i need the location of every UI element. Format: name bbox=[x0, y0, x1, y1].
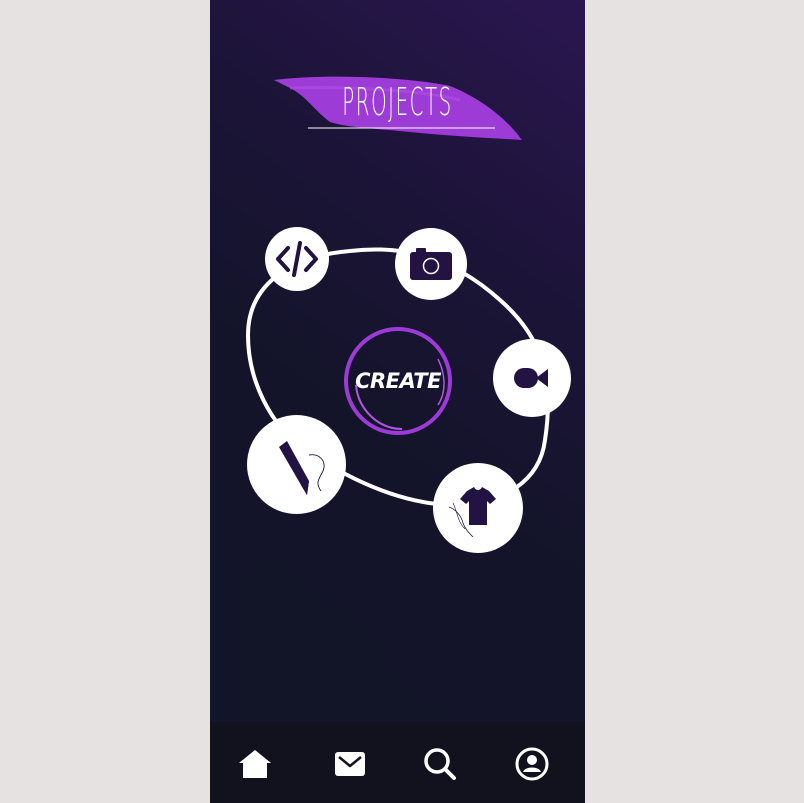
nav-search[interactable] bbox=[422, 746, 458, 782]
user-icon bbox=[515, 747, 549, 781]
bottom-nav bbox=[210, 722, 585, 803]
camera-icon bbox=[410, 248, 452, 280]
code-icon bbox=[276, 241, 318, 277]
photo-category-button[interactable] bbox=[395, 228, 467, 300]
orbit-ring bbox=[245, 247, 550, 508]
search-icon bbox=[424, 748, 456, 780]
home-icon bbox=[239, 750, 271, 778]
mail-icon bbox=[335, 752, 365, 776]
apparel-category-button[interactable] bbox=[433, 463, 523, 553]
code-category-button[interactable] bbox=[265, 227, 329, 291]
nav-messages[interactable] bbox=[332, 746, 368, 782]
create-button[interactable]: CREATE bbox=[342, 325, 454, 437]
create-label: CREATE bbox=[355, 369, 441, 393]
video-camera-icon bbox=[514, 368, 548, 388]
phone-screen: PROJECTS CREATE bbox=[210, 0, 585, 803]
t-shirt-icon bbox=[448, 486, 496, 538]
nav-profile[interactable] bbox=[514, 746, 550, 782]
nav-home[interactable] bbox=[237, 746, 273, 782]
video-category-button[interactable] bbox=[493, 339, 571, 417]
pen-icon bbox=[278, 440, 324, 495]
design-category-button[interactable] bbox=[247, 415, 346, 514]
